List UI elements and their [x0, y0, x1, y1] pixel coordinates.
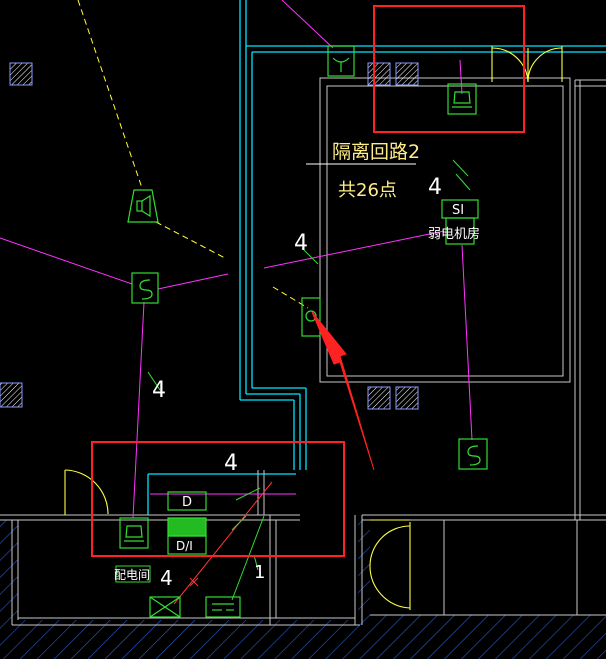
- circuit-title: 隔离回路2: [332, 141, 420, 163]
- d-label: D: [182, 495, 192, 510]
- hatched-columns: [0, 62, 419, 410]
- switch-device-right[interactable]: [458, 438, 488, 470]
- switch-device-left[interactable]: [131, 272, 159, 304]
- floor-cutout-right: [370, 520, 606, 615]
- si-label: SI: [452, 203, 464, 218]
- wire-count-weak-room: 4: [428, 175, 442, 200]
- floor-plan-drawing[interactable]: 隔离回路2 共26点 4 SI 弱电机房 4 4 4 D D/I 配电间 4 1: [0, 0, 606, 659]
- weak-room-label: 弱电机房: [428, 226, 480, 242]
- speaker-icon[interactable]: [127, 189, 159, 223]
- sensor-icon-top[interactable]: [327, 45, 355, 77]
- wire-count-bottom: 4: [160, 566, 173, 590]
- point-count: 共26点: [338, 180, 397, 201]
- wall-switch-icon[interactable]: [301, 297, 321, 337]
- di-label: D/I: [176, 539, 193, 553]
- wire-count-left: 4: [152, 378, 166, 403]
- wire-count-distribution: 4: [224, 451, 238, 476]
- cad-drawing-canvas[interactable]: 隔离回路2 共26点 4 SI 弱电机房 4 4 4 D D/I 配电间 4 1: [0, 0, 606, 659]
- wire-count-corridor: 4: [294, 231, 308, 256]
- distribution-room-label: 配电间: [114, 568, 150, 582]
- wire-count-one: 1: [254, 562, 265, 583]
